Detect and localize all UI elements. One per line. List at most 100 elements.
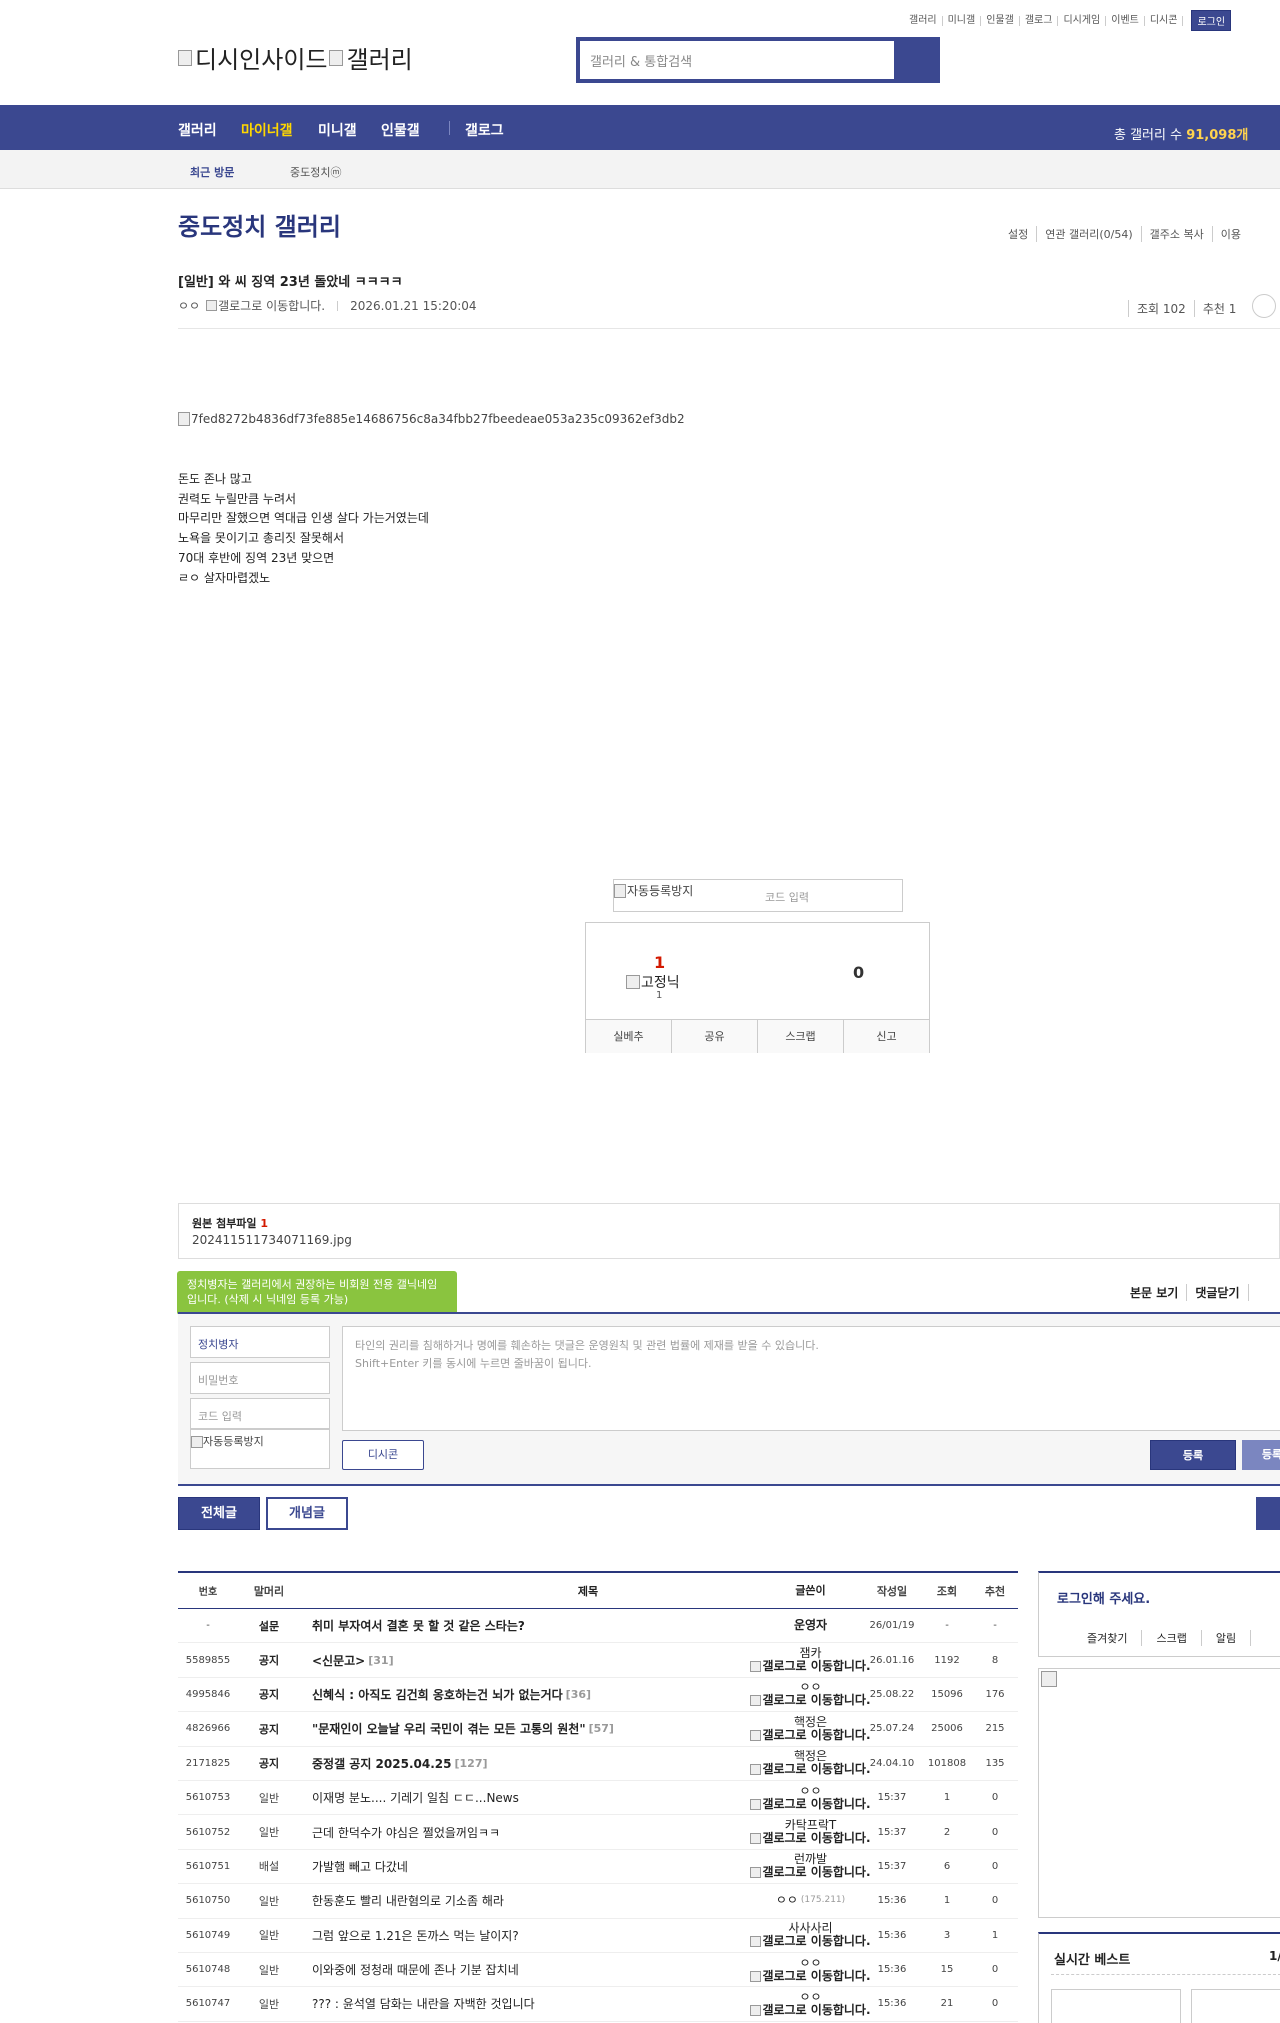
top-link-minigall[interactable]: 미니갤 (943, 15, 982, 26)
gallog-link[interactable]: 갤로그로 이동합니다. (750, 1763, 871, 1776)
attachment-file[interactable]: 202411511734071169.jpg (192, 1233, 352, 1247)
downvote-count[interactable]: 0 (853, 963, 864, 982)
post-title-link[interactable]: 신혜식 : 아직도 김건희 옹호하는건 뇌가 없는거다 [36] (312, 1678, 732, 1711)
scrap-link[interactable]: 스크랩 (1142, 1630, 1202, 1646)
post-title-text[interactable]: 이재명 분노.... 기레기 일침 ㄷㄷ...News (312, 1789, 519, 1806)
post-title-link[interactable]: 가발햄 빼고 다갔네 (312, 1850, 732, 1883)
post-title-link[interactable]: ??? : 윤석열 담화는 내란을 자백한 것입니다 (312, 1987, 732, 2020)
write-button[interactable] (1256, 1497, 1280, 1530)
table-row[interactable]: 4995846 공지 신혜식 : 아직도 김건희 옹호하는건 뇌가 없는거다 [36]… (178, 1678, 1018, 1713)
table-row[interactable]: 5610747 일반??? : 윤석열 담화는 내란을 자백한 것입니다 ㅇㅇ 갤로그… (178, 1987, 1018, 2022)
report-button[interactable]: 신고 (844, 1020, 929, 1053)
post-author[interactable]: ㅇㅇ (178, 297, 200, 314)
register-button[interactable]: 등록 (1150, 1440, 1236, 1470)
table-row[interactable]: 5610750 일반 한동훈도 빨리 내란혐의로 기소좀 해라 ㅇㅇ (175.211)… (178, 1884, 1018, 1919)
best-card[interactable] (1191, 1989, 1280, 2023)
table-row[interactable]: 5610753 일반 이재명 분노.... 기레기 일침 ㄷㄷ...News ㅇㅇ 갤로… (178, 1781, 1018, 1816)
table-row[interactable]: 5610748 일반 이와중에 정청래 때문에 존나 기분 잡치네 ㅇㅇ 갤로그로 이동… (178, 1953, 1018, 1988)
top-link-dcgame[interactable]: 디시게임 (1058, 15, 1107, 26)
post-title-text[interactable]: <신문고> (312, 1652, 365, 1669)
table-row[interactable]: 2171825 공지 중정갤 공지 2025.04.25 [127] 핵정은 갤로그로 이… (178, 1747, 1018, 1781)
nav-gallog[interactable]: 갤로그 (465, 120, 504, 140)
post-title-text[interactable]: 그럼 앞으로 1.21은 돈까스 먹는 날이지? (312, 1927, 519, 1944)
post-title-link[interactable]: 그럼 앞으로 1.21은 돈까스 먹는 날이지? (312, 1919, 732, 1952)
top-link-event[interactable]: 이벤트 (1106, 15, 1145, 26)
favorites-link[interactable]: 즐겨찾기 (1087, 1630, 1143, 1646)
fixnick-upvote-button[interactable]: 고정닉 (626, 972, 680, 992)
post-title-link[interactable]: <신문고> [31] (312, 1643, 732, 1676)
post-title-text[interactable]: "문재인이 오늘날 우리 국민이 겪는 모든 고통의 원천" (312, 1720, 586, 1737)
settings-link[interactable]: 설정 (1000, 226, 1038, 242)
writer-name[interactable]: ㅇㅇ (799, 1784, 821, 1798)
post-title-link[interactable]: 이와중에 정청래 때문에 존나 기분 잡치네 (312, 1953, 732, 1986)
related-gallery-link[interactable]: 연관 갤러리(0/54) (1037, 226, 1142, 242)
captcha-code-input[interactable]: 코드 입력 (765, 889, 809, 905)
top-link-dccon[interactable]: 디시콘 (1145, 15, 1184, 26)
post-title-link[interactable]: 한동훈도 빨리 내란혐의로 기소좀 해라 (312, 1884, 732, 1917)
nav-minor-gallery[interactable]: 마이너갤 (241, 120, 293, 140)
login-prompt[interactable]: 로그인해 주세요. (1057, 1588, 1150, 1607)
close-comments-button[interactable]: 댓글닫기 (1187, 1284, 1249, 1301)
comment-count[interactable]: [36] (566, 1688, 591, 1701)
search-button[interactable] (896, 39, 938, 81)
side-ad[interactable] (1038, 1668, 1280, 1918)
post-title-text[interactable]: 근데 한덕수가 야심은 쩔었을꺼임ㅋㅋ (312, 1824, 500, 1841)
gallog-link[interactable]: 갤로그로 이동합니다. (750, 2003, 871, 2017)
post-title-text[interactable]: 신혜식 : 아직도 김건희 옹호하는건 뇌가 없는거다 (312, 1686, 563, 1703)
post-title-text[interactable]: 중정갤 공지 2025.04.25 (312, 1755, 451, 1772)
post-title-link[interactable]: 이재명 분노.... 기레기 일침 ㄷㄷ...News (312, 1781, 732, 1814)
post-title-link[interactable]: 근데 한덕수가 야심은 쩔었을꺼임ㅋㅋ (312, 1815, 732, 1848)
captcha-code-field[interactable]: 코드 입력 (190, 1398, 330, 1429)
comment-count[interactable]: [127] (454, 1757, 487, 1770)
dccon-button[interactable]: 디시콘 (342, 1440, 424, 1470)
writer-name[interactable]: ㅇㅇ (799, 1956, 821, 1970)
table-row[interactable]: 4826966 공지 "문재인이 오늘날 우리 국민이 겪는 모든 고통의 원천"[… (178, 1712, 1018, 1747)
post-title-link[interactable]: "문재인이 오늘날 우리 국민이 겪는 모든 고통의 원천" [57] (312, 1712, 732, 1745)
table-row[interactable]: 5610749 일반 그럼 앞으로 1.21은 돈까스 먹는 날이지? 사사사리 갤로그… (178, 1919, 1018, 1953)
top-link-person[interactable]: 인물갤 (981, 15, 1020, 26)
post-title-link[interactable]: 중정갤 공지 2025.04.25 [127] (312, 1747, 732, 1780)
copy-url-link[interactable]: 갤주소 복사 (1142, 226, 1213, 242)
nav-mini-gallery[interactable]: 미니갤 (318, 120, 357, 140)
usage-link[interactable]: 이용 (1213, 226, 1249, 242)
nav-person-gallery[interactable]: 인물갤 (381, 120, 420, 140)
post-title-text[interactable]: 취미 부자여서 결혼 못 할 것 같은 스타는? (312, 1617, 525, 1634)
register-recommend-button[interactable]: 등록 (1242, 1440, 1280, 1470)
concept-posts-button[interactable]: 개념글 (266, 1497, 348, 1530)
nickname-field[interactable]: 정치병자 (190, 1326, 330, 1358)
all-posts-button[interactable]: 전체글 (178, 1497, 260, 1530)
gallog-link[interactable]: 갤로그로 이동합니다. (750, 1832, 871, 1845)
more-icon[interactable] (1252, 294, 1277, 318)
recent-visit-label[interactable]: 최근 방문 (190, 164, 234, 180)
scrap-button[interactable]: 스크랩 (758, 1020, 844, 1053)
gallog-link[interactable]: 갤로그로 이동합니다. (750, 1728, 871, 1742)
post-title-text[interactable]: 한동훈도 빨리 내란혐의로 기소좀 해라 (312, 1892, 504, 1909)
gallog-link[interactable]: 갤로그로 이동합니다. (206, 297, 325, 314)
table-row[interactable]: 5610751 배설 가발햄 빼고 다갔네 런까발 갤로그로 이동합니다. 15:37 6 0 (178, 1850, 1018, 1885)
notification-link[interactable]: 알림 (1202, 1630, 1252, 1646)
best-card[interactable] (1051, 1989, 1181, 2023)
site-logo[interactable]: 디시인사이드 갤러리 (178, 40, 413, 75)
top-link-gallery[interactable]: 갤러리 (904, 15, 943, 26)
comment-textarea[interactable]: 타인의 권리를 침해하거나 명예를 훼손하는 댓글은 운영원칙 및 관련 법률에… (342, 1326, 1280, 1431)
gallog-link[interactable]: 갤로그로 이동합니다. (750, 1969, 871, 1983)
login-button[interactable]: 로그인 (1191, 10, 1232, 31)
post-title-text[interactable]: 가발햄 빼고 다갔네 (312, 1858, 408, 1875)
post-title-text[interactable]: 이와중에 정청래 때문에 존나 기분 잡치네 (312, 1961, 519, 1978)
post-title-link[interactable]: 취미 부자여서 결혼 못 할 것 같은 스타는? (312, 1609, 732, 1642)
table-row[interactable]: - 설문 취미 부자여서 결혼 못 할 것 같은 스타는? 운영자 26/01/19 - - (178, 1609, 1018, 1644)
post-title-text[interactable]: ??? : 윤석열 담화는 내란을 자백한 것입니다 (312, 1995, 535, 2012)
share-button[interactable]: 공유 (672, 1020, 758, 1053)
recent-gallery-item[interactable]: 중도정치ⓜ (290, 164, 341, 180)
search-input[interactable]: 갤러리 & 통합검색 (578, 39, 896, 81)
table-row[interactable]: 5589855 공지 <신문고> [31] 잼카 갤로그로 이동합니다. 26.01.16 1… (178, 1643, 1018, 1678)
gallog-link[interactable]: 갤로그로 이동합니다. (750, 1660, 871, 1673)
best-recommend-button[interactable]: 실베추 (586, 1020, 672, 1053)
nav-gallery[interactable]: 갤러리 (178, 120, 217, 140)
writer-name[interactable]: 핵정은 (794, 1715, 827, 1729)
view-post-button[interactable]: 본문 보기 (1122, 1284, 1188, 1301)
writer-name[interactable]: 운영자 (794, 1619, 827, 1632)
password-field[interactable]: 비밀번호 (190, 1362, 330, 1394)
comment-count[interactable]: [31] (368, 1654, 393, 1667)
comment-count[interactable]: [57] (589, 1722, 614, 1735)
